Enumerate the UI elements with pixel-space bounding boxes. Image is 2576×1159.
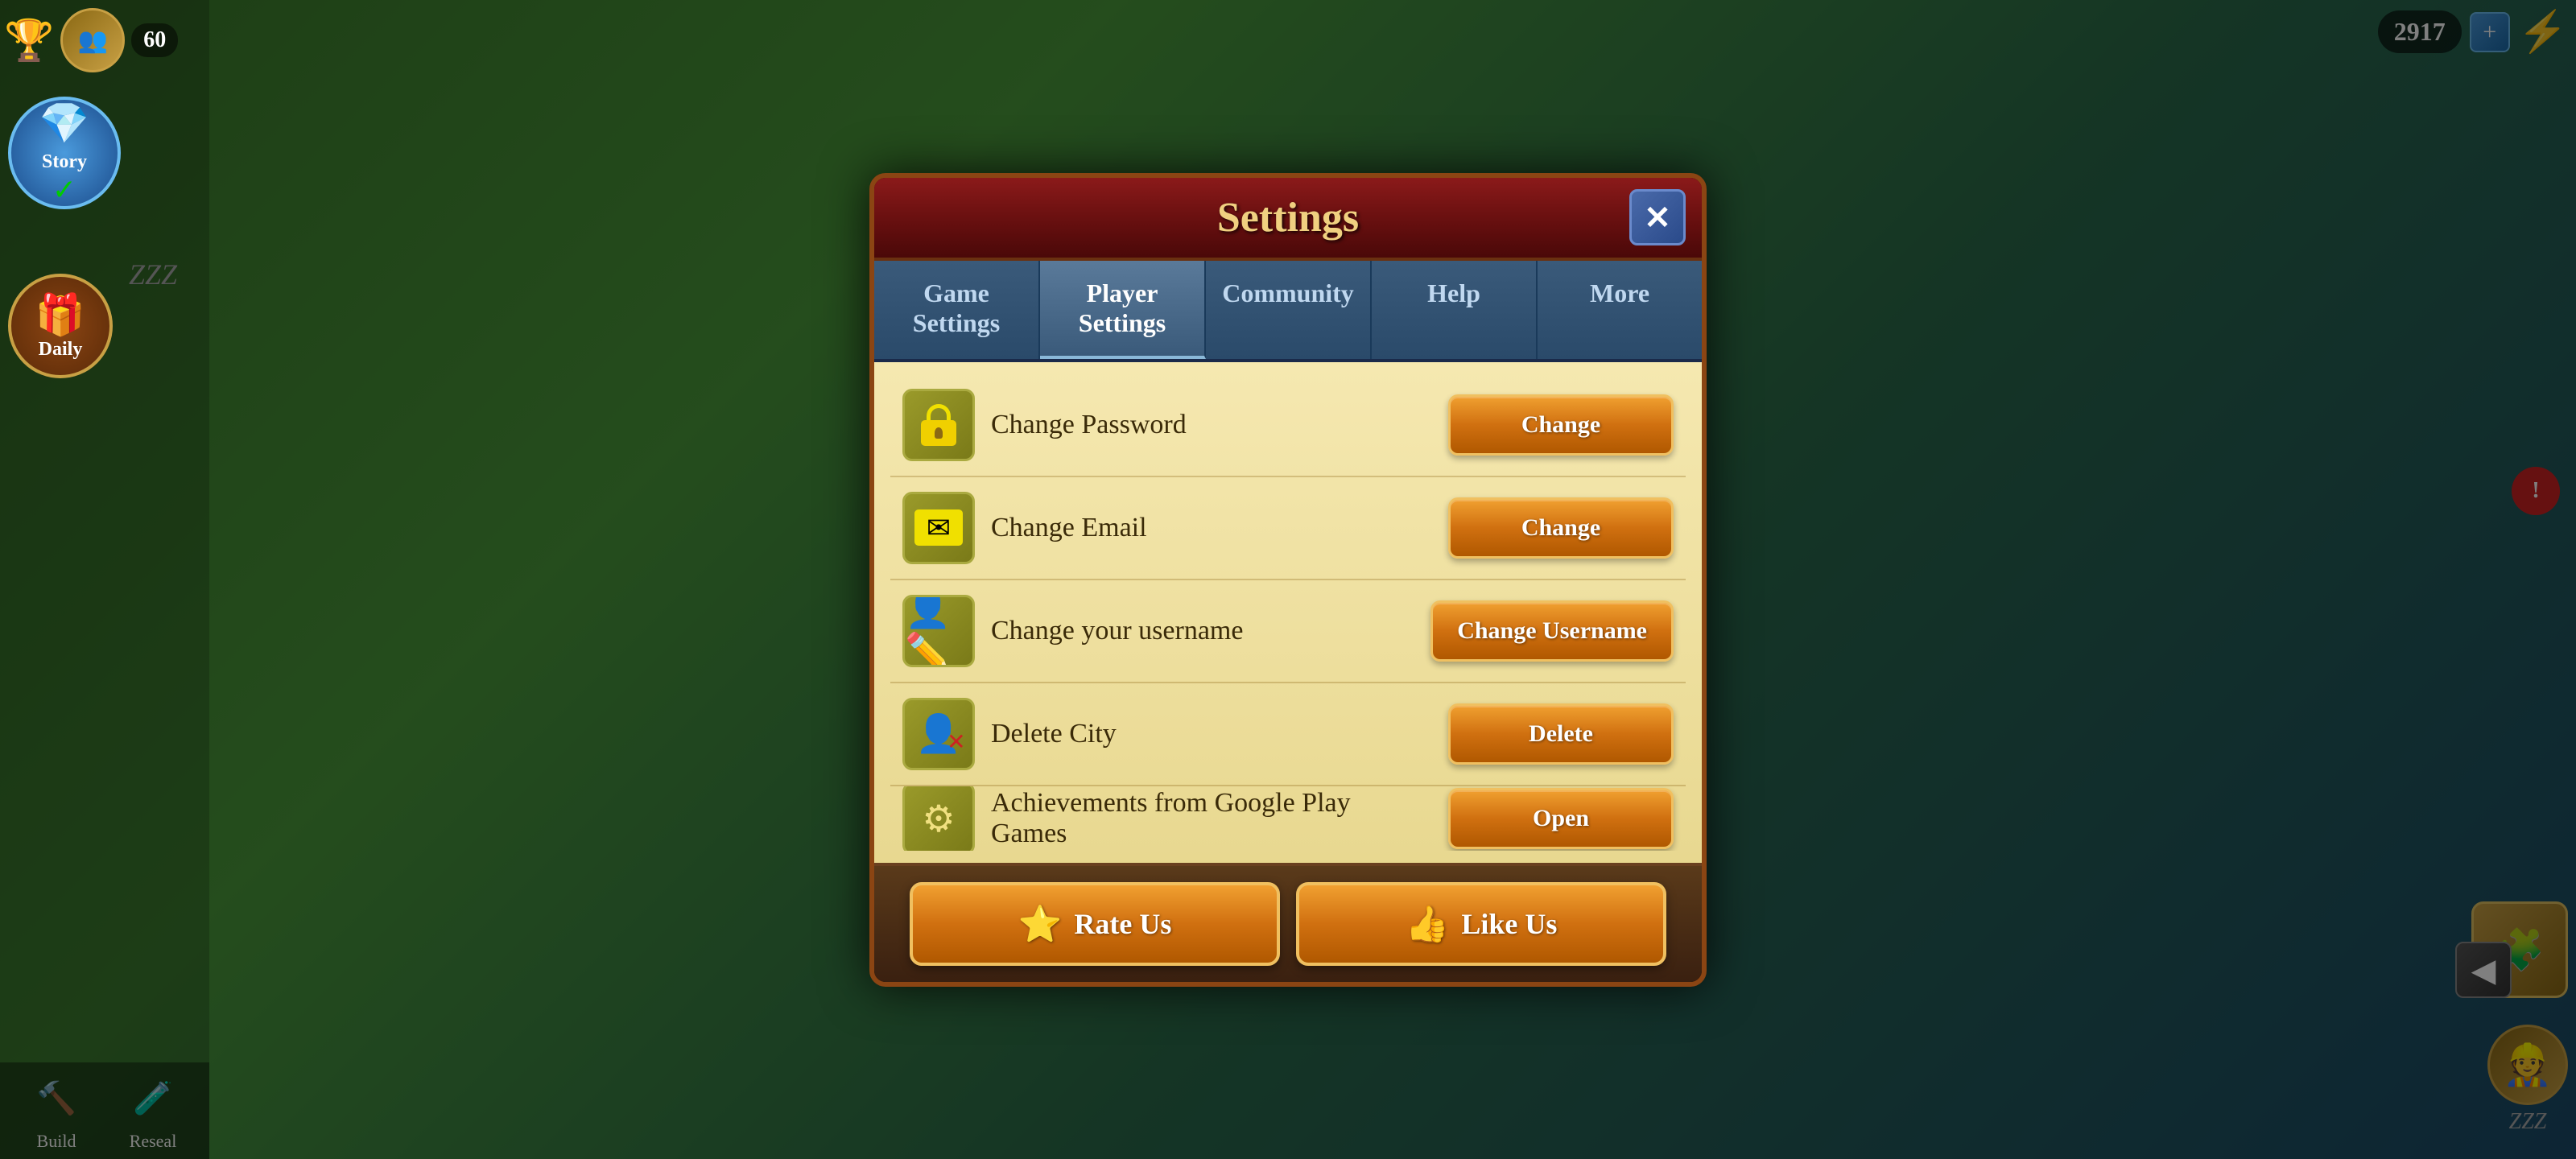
change-email-button[interactable]: Change bbox=[1448, 497, 1674, 559]
tab-bar: Game Settings Player Settings Community … bbox=[874, 261, 1702, 362]
achievements-label: Achievements from Google Play Games bbox=[991, 788, 1432, 849]
crystal-icon: 💎 bbox=[39, 100, 89, 147]
rate-us-button[interactable]: ⭐ Rate Us bbox=[910, 882, 1280, 966]
rate-us-label: Rate Us bbox=[1074, 907, 1171, 941]
tab-community[interactable]: Community bbox=[1206, 261, 1372, 359]
tab-help[interactable]: Help bbox=[1372, 261, 1538, 359]
avatar: 👥 bbox=[60, 8, 125, 72]
settings-modal: Settings ✕ Game Settings Player Settings… bbox=[869, 173, 1707, 987]
modal-title: Settings bbox=[898, 194, 1678, 241]
story-button[interactable]: 💎 Story ✓ bbox=[8, 97, 121, 209]
like-us-label: Like Us bbox=[1461, 907, 1557, 941]
settings-content: Change Password Change ✉ Change Email Ch… bbox=[874, 362, 1702, 863]
currency-display: 60 bbox=[131, 23, 178, 57]
daily-label: Daily bbox=[39, 339, 83, 361]
delete-city-row: 👤 ✕ Delete City Delete bbox=[890, 683, 1686, 786]
modal-header: Settings ✕ bbox=[874, 178, 1702, 261]
email-icon: ✉ bbox=[902, 492, 975, 564]
change-email-row: ✉ Change Email Change bbox=[890, 477, 1686, 580]
delete-city-label: Delete City bbox=[991, 719, 1432, 749]
thumbsup-icon: 👍 bbox=[1406, 903, 1450, 945]
open-achievements-button[interactable]: Open bbox=[1448, 788, 1674, 849]
modal-footer: ⭐ Rate Us 👍 Like Us bbox=[874, 863, 1702, 982]
modal-overlay: Settings ✕ Game Settings Player Settings… bbox=[0, 0, 2576, 1159]
delete-icon: 👤 ✕ bbox=[902, 698, 975, 770]
tab-game-settings[interactable]: Game Settings bbox=[874, 261, 1040, 359]
lock-icon bbox=[902, 389, 975, 461]
change-password-row: Change Password Change bbox=[890, 374, 1686, 477]
chest-icon: 🎁 bbox=[35, 291, 85, 339]
tab-more[interactable]: More bbox=[1538, 261, 1702, 359]
change-username-row: 👤✏️ Change your username Change Username bbox=[890, 580, 1686, 683]
close-button[interactable]: ✕ bbox=[1629, 189, 1686, 245]
user-icon: 👤✏️ bbox=[902, 595, 975, 667]
like-us-button[interactable]: 👍 Like Us bbox=[1296, 882, 1666, 966]
achievements-row: ⚙ Achievements from Google Play Games Op… bbox=[890, 786, 1686, 851]
daily-button[interactable]: 🎁 Daily bbox=[8, 274, 113, 378]
story-label: Story bbox=[42, 151, 87, 173]
change-email-label: Change Email bbox=[991, 513, 1432, 543]
change-username-label: Change your username bbox=[991, 616, 1414, 646]
change-username-button[interactable]: Change Username bbox=[1430, 600, 1674, 662]
checkmark-icon: ✓ bbox=[52, 173, 76, 207]
star-icon: ⭐ bbox=[1018, 903, 1063, 945]
delete-city-button[interactable]: Delete bbox=[1448, 703, 1674, 765]
change-password-button[interactable]: Change bbox=[1448, 394, 1674, 456]
change-password-label: Change Password bbox=[991, 410, 1432, 440]
achievements-icon: ⚙ bbox=[902, 786, 975, 851]
trophy-icon: 🏆 bbox=[4, 17, 54, 64]
tab-player-settings[interactable]: Player Settings bbox=[1040, 261, 1206, 359]
